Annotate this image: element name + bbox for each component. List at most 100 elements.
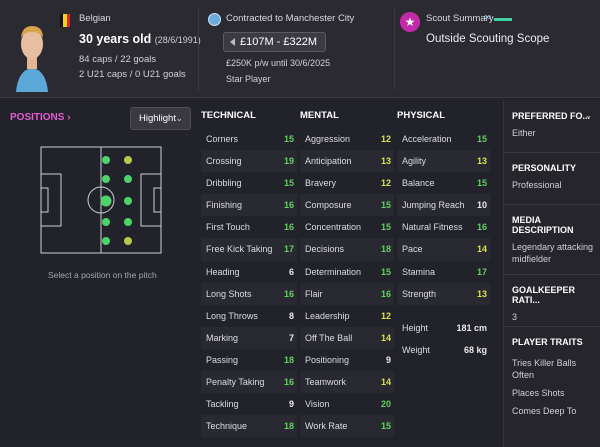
attribute-row[interactable]: Work Rate 15 <box>300 415 394 437</box>
attribute-name: Off The Ball <box>305 332 353 343</box>
club-crest-icon[interactable] <box>208 13 221 26</box>
belgium-flag-icon <box>60 14 70 27</box>
attribute-row[interactable]: Heading 6 <box>201 261 297 283</box>
attribute-row[interactable]: Corners 15 <box>201 128 297 150</box>
attribute-row[interactable]: Anticipation 13 <box>300 150 394 172</box>
highlight-dropdown[interactable]: Highlight ⌄ <box>130 107 191 130</box>
attribute-row[interactable]: First Touch 16 <box>201 216 297 238</box>
physical-attributes: PHYSICAL Acceleration 15 Agility 13 Balance 1… <box>397 108 490 361</box>
international-caps: 84 caps / 22 goals <box>79 54 157 65</box>
weight-value: 68 kg <box>463 344 487 355</box>
attribute-row[interactable]: Stamina 17 <box>397 261 490 283</box>
transfer-value-button[interactable]: £107M - £322M <box>223 32 327 52</box>
attribute-row[interactable]: Passing 18 <box>201 349 297 371</box>
attribute-row[interactable]: Off The Ball 14 <box>300 327 394 349</box>
attribute-row[interactable]: Long Shots 16 <box>201 283 297 305</box>
attribute-name: Work Rate <box>305 421 348 432</box>
attribute-value: 6 <box>288 266 294 277</box>
attribute-row[interactable]: Agility 13 <box>397 150 490 172</box>
goalkeeper-rating-title: GOALKEEPER RATI... <box>512 285 576 305</box>
player-info-panel: PREFERRED FO... Either ⌄ PERSONALITY Pro… <box>503 100 600 447</box>
player-traits-section: PLAYER TRAITS Tries Killer Balls Often P… <box>512 337 598 417</box>
attribute-row[interactable]: Finishing 16 <box>201 194 297 216</box>
player-trait: Comes Deep To <box>512 406 577 416</box>
contract-club[interactable]: Contracted to Manchester City <box>226 13 354 24</box>
attribute-value: 13 <box>476 288 487 299</box>
attribute-row[interactable]: Composure 15 <box>300 194 394 216</box>
media-description-value: Legendary attacking midfielder <box>512 242 594 264</box>
attribute-row[interactable]: Penalty Taking 16 <box>201 371 297 393</box>
goalkeeper-rating-section: GOALKEEPER RATI... 3 <box>512 285 598 323</box>
positions-title[interactable]: POSITIONS › <box>10 112 71 123</box>
attribute-value: 9 <box>288 399 294 410</box>
attribute-value: 9 <box>385 354 391 365</box>
attribute-name: Bravery <box>305 178 337 189</box>
position-dot <box>124 218 132 226</box>
attribute-row[interactable]: Strength 13 <box>397 283 490 305</box>
attribute-name: Free Kick Taking <box>206 244 273 255</box>
pitch-diagram[interactable] <box>40 146 162 254</box>
attribute-value: 15 <box>283 134 294 144</box>
attribute-name: Penalty Taking <box>206 377 265 388</box>
attribute-row[interactable]: Teamwork 14 <box>300 371 394 393</box>
attribute-value: 16 <box>283 200 294 211</box>
binoculars-icon[interactable]: ∞ <box>484 12 491 23</box>
attribute-row[interactable]: Long Throws 8 <box>201 305 297 327</box>
attribute-row[interactable]: Pace 14 <box>397 238 490 260</box>
attribute-row[interactable]: Leadership 12 <box>300 305 394 327</box>
attribute-value: 15 <box>380 222 391 233</box>
player-avatar <box>10 12 54 92</box>
attribute-row[interactable]: Natural Fitness 16 <box>397 216 490 238</box>
attribute-name: Pace <box>402 244 423 255</box>
weight-label: Weight <box>402 344 430 355</box>
technical-title: TECHNICAL <box>201 110 256 121</box>
attribute-name: Anticipation <box>305 156 352 167</box>
attribute-value: 15 <box>380 200 391 211</box>
attribute-value: 14 <box>380 332 391 343</box>
attribute-row[interactable]: Technique 18 <box>201 415 297 437</box>
attribute-row[interactable]: Decisions 18 <box>300 238 394 260</box>
attribute-name: Crossing <box>206 156 242 167</box>
attribute-value: 15 <box>380 421 391 432</box>
attribute-row[interactable]: Flair 16 <box>300 283 394 305</box>
scout-summary-text: Outside Scouting Scope <box>426 33 550 45</box>
attribute-value: 7 <box>288 332 294 343</box>
attribute-value: 18 <box>380 244 391 255</box>
attribute-row[interactable]: Tackling 9 <box>201 393 297 415</box>
attribute-row[interactable]: Concentration 15 <box>300 216 394 238</box>
attribute-row[interactable]: Bravery 12 <box>300 172 394 194</box>
attribute-name: Strength <box>402 288 437 299</box>
media-description-title: MEDIA DESCRIPTION <box>512 215 574 235</box>
attribute-value: 12 <box>380 178 391 189</box>
position-dot <box>124 197 132 205</box>
personality-title: PERSONALITY <box>512 163 577 173</box>
attribute-name: Determination <box>305 266 362 277</box>
attribute-row[interactable]: Jumping Reach 10 <box>397 194 490 216</box>
attribute-value: 18 <box>283 421 294 432</box>
attribute-name: Tackling <box>206 399 239 410</box>
attribute-row[interactable]: Free Kick Taking 17 <box>201 238 297 260</box>
squad-status: Star Player <box>226 74 271 84</box>
player-traits-title: PLAYER TRAITS <box>512 337 583 347</box>
chevron-down-icon[interactable]: ⌄ <box>584 110 592 121</box>
attribute-row[interactable]: Determination 15 <box>300 261 394 283</box>
attribute-row[interactable]: Crossing 19 <box>201 150 297 172</box>
attribute-value: 15 <box>283 178 294 189</box>
attribute-name: First Touch <box>206 222 250 233</box>
chevron-down-icon: ⌄ <box>175 113 183 123</box>
attribute-row[interactable]: Acceleration 15 <box>397 128 490 150</box>
weight-row: Weight 68 kg <box>397 339 490 361</box>
attribute-row[interactable]: Positioning 9 <box>300 349 394 371</box>
attribute-row[interactable]: Balance 15 <box>397 172 490 194</box>
attribute-row[interactable]: Aggression 12 <box>300 128 394 150</box>
mental-attributes: MENTAL Aggression 12 Anticipation 13 Bravery… <box>300 108 394 437</box>
attribute-value: 17 <box>283 244 294 255</box>
attribute-row[interactable]: Dribbling 15 <box>201 172 297 194</box>
scout-knowledge-bar <box>494 18 512 21</box>
attribute-name: Vision <box>305 399 330 410</box>
attribute-value: 12 <box>380 310 391 321</box>
attribute-row[interactable]: Vision 20 <box>300 393 394 415</box>
attribute-value: 10 <box>476 200 487 211</box>
attribute-row[interactable]: Marking 7 <box>201 327 297 349</box>
